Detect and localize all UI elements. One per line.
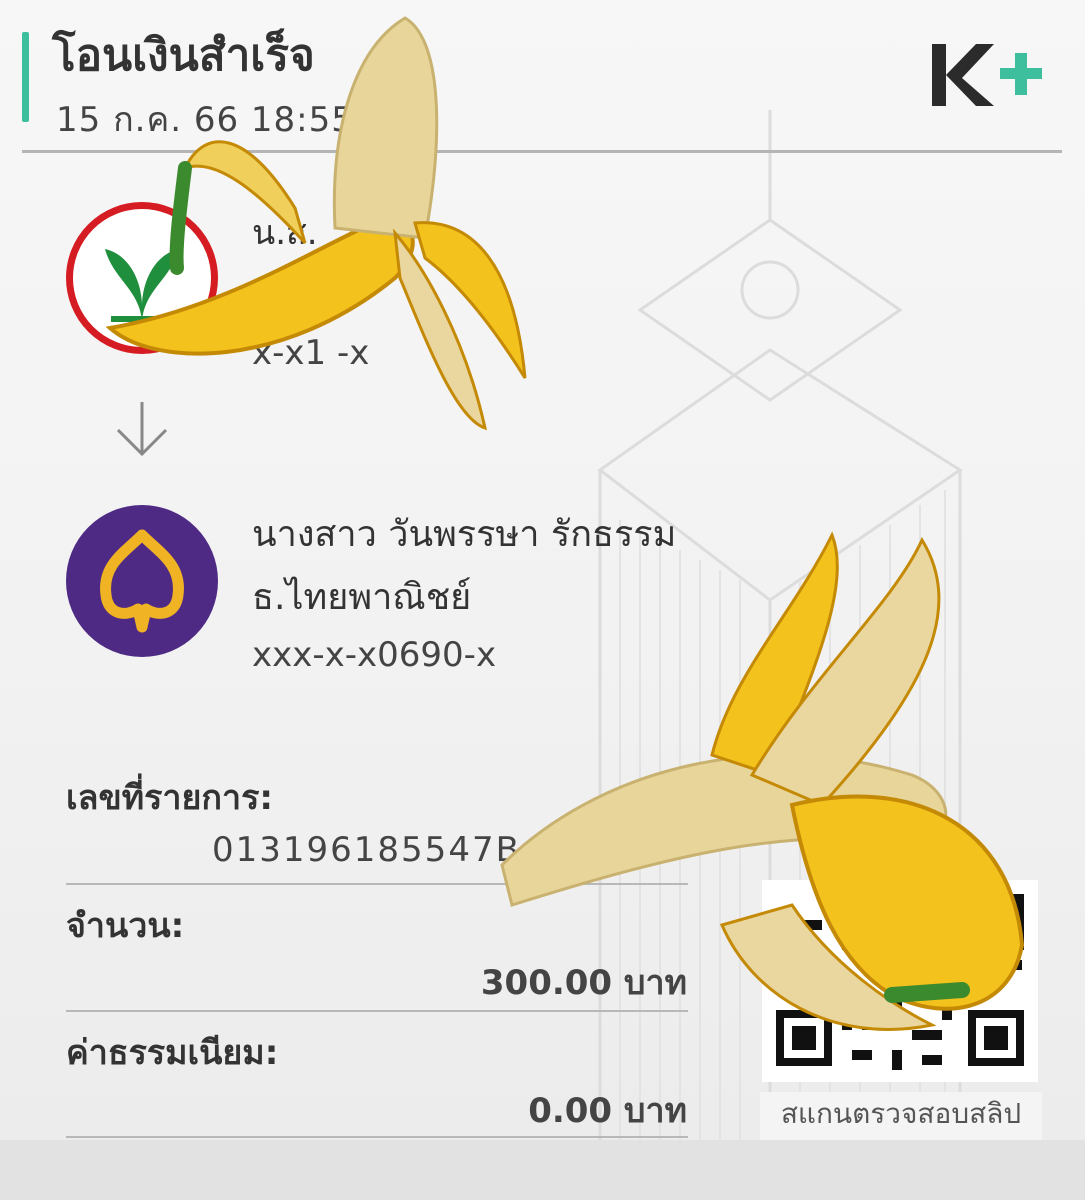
divider (66, 1136, 688, 1138)
banana-sticker-icon (105, 16, 527, 431)
scb-bank-icon (100, 529, 184, 633)
bottom-strip (0, 1140, 1085, 1200)
fee-value: 0.00 บาท (528, 1091, 687, 1131)
receiver-bank-logo (66, 505, 218, 657)
reference-value: 013196185547B (212, 830, 521, 870)
fee-label: ค่าธรรมเนียม: (66, 1033, 279, 1073)
transfer-slip: โอนเงินสำเร็จ 15 ก.ค. 66 18:55 น.ส. x-x1… (0, 0, 1085, 1140)
receiver-account: xxx-x-x0690-x (252, 635, 497, 675)
reference-label: เลขที่รายการ: (66, 778, 273, 818)
amount-label: จำนวน: (66, 906, 185, 946)
receiver-bank: ธ.ไทยพาณิชย์ (252, 577, 472, 618)
kplus-logo-icon (932, 44, 1042, 106)
title-accent-bar (22, 32, 29, 122)
banana-sticker-icon (500, 531, 1025, 1031)
qr-caption: สแกนตรวจสอบสลิป (760, 1092, 1042, 1140)
